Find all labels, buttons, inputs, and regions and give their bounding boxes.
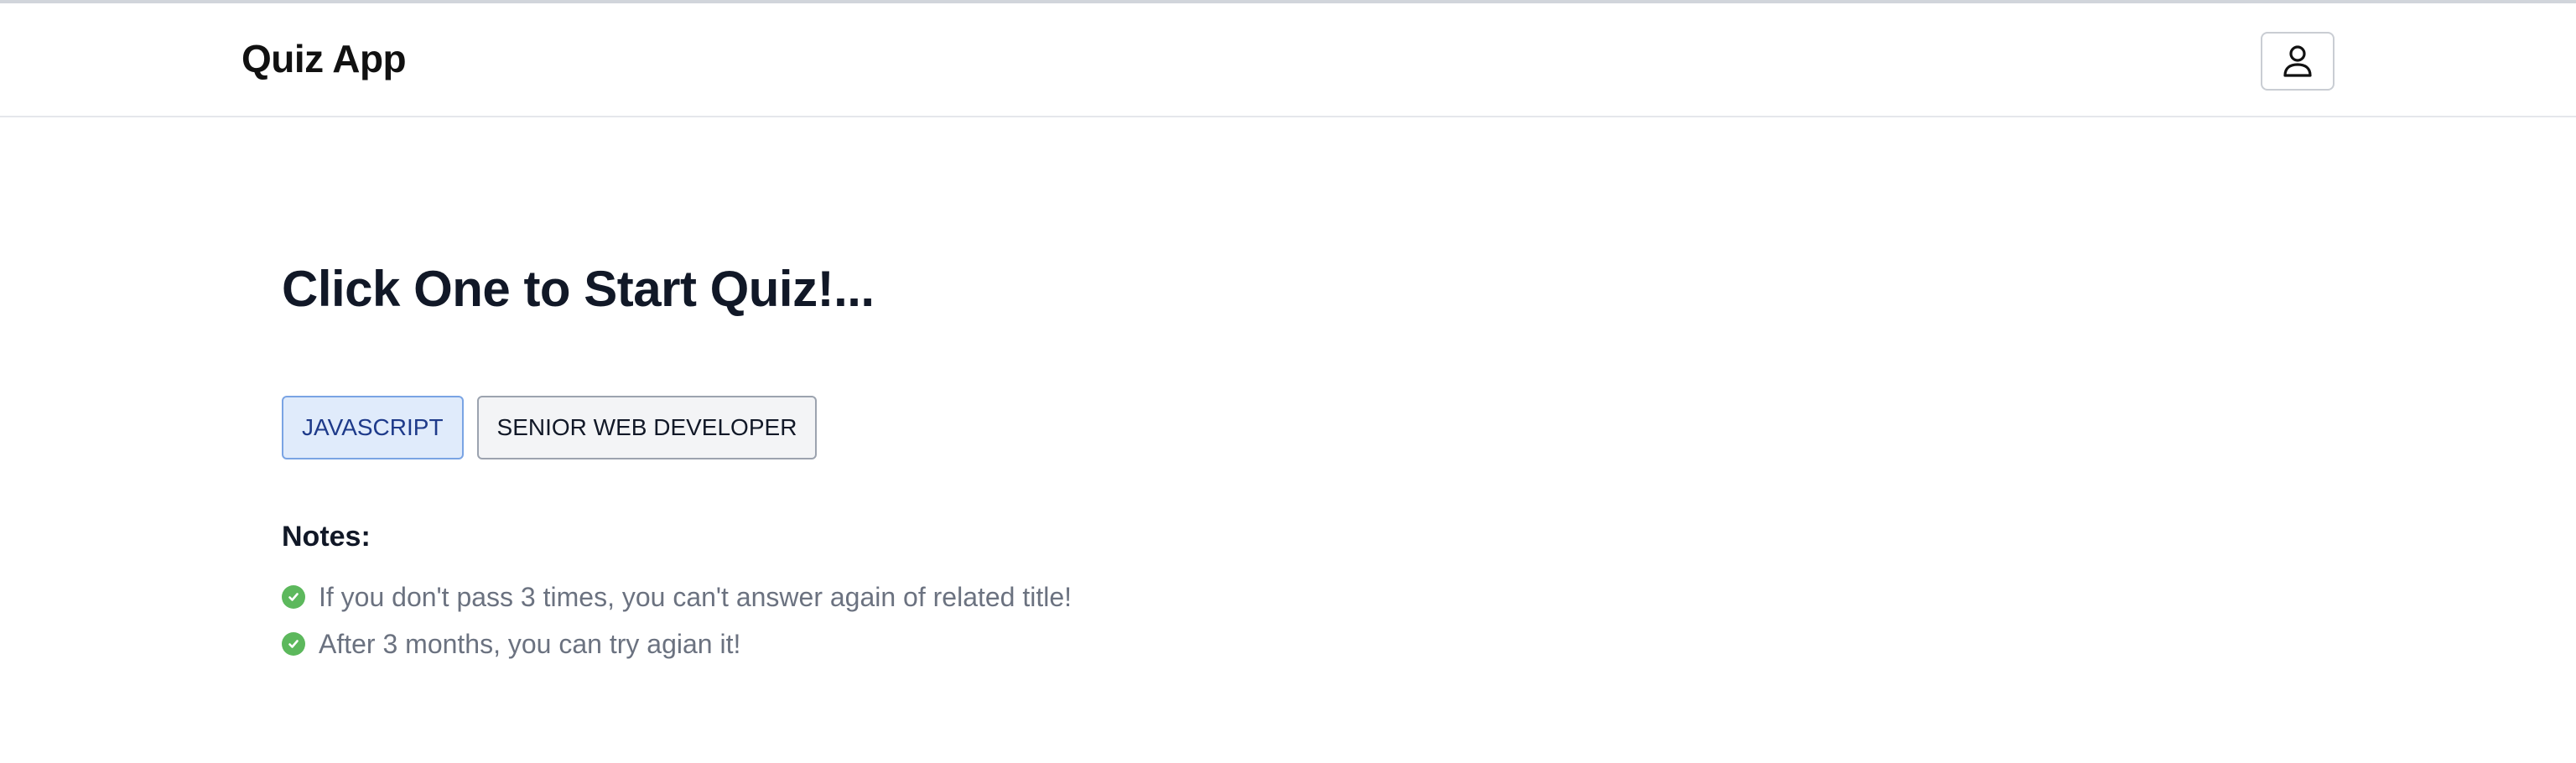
main-content: Click One to Start Quiz!... JAVASCRIPT S… [282, 252, 2294, 659]
app-title[interactable]: Quiz App [242, 35, 407, 82]
senior-web-developer-quiz-button[interactable]: SENIOR WEB DEVELOPER [476, 396, 818, 459]
user-menu-button[interactable] [2261, 32, 2334, 91]
notes-list: If you don't pass 3 times, you can't ans… [282, 574, 1072, 667]
quiz-topic-buttons: JAVASCRIPT SENIOR WEB DEVELOPER [282, 396, 818, 459]
notes-title: Notes: [282, 521, 371, 553]
note-text: If you don't pass 3 times, you can't ans… [319, 582, 1072, 612]
note-item: If you don't pass 3 times, you can't ans… [282, 574, 1072, 620]
note-item: After 3 months, you can try agian it! [282, 620, 1072, 667]
navbar: Quiz App [0, 3, 2576, 117]
javascript-quiz-button[interactable]: JAVASCRIPT [282, 396, 464, 459]
check-circle-icon [282, 632, 305, 656]
note-text: After 3 months, you can try agian it! [319, 629, 741, 659]
user-icon [2283, 45, 2312, 77]
page-heading: Click One to Start Quiz!... [282, 261, 875, 317]
check-circle-icon [282, 585, 305, 609]
